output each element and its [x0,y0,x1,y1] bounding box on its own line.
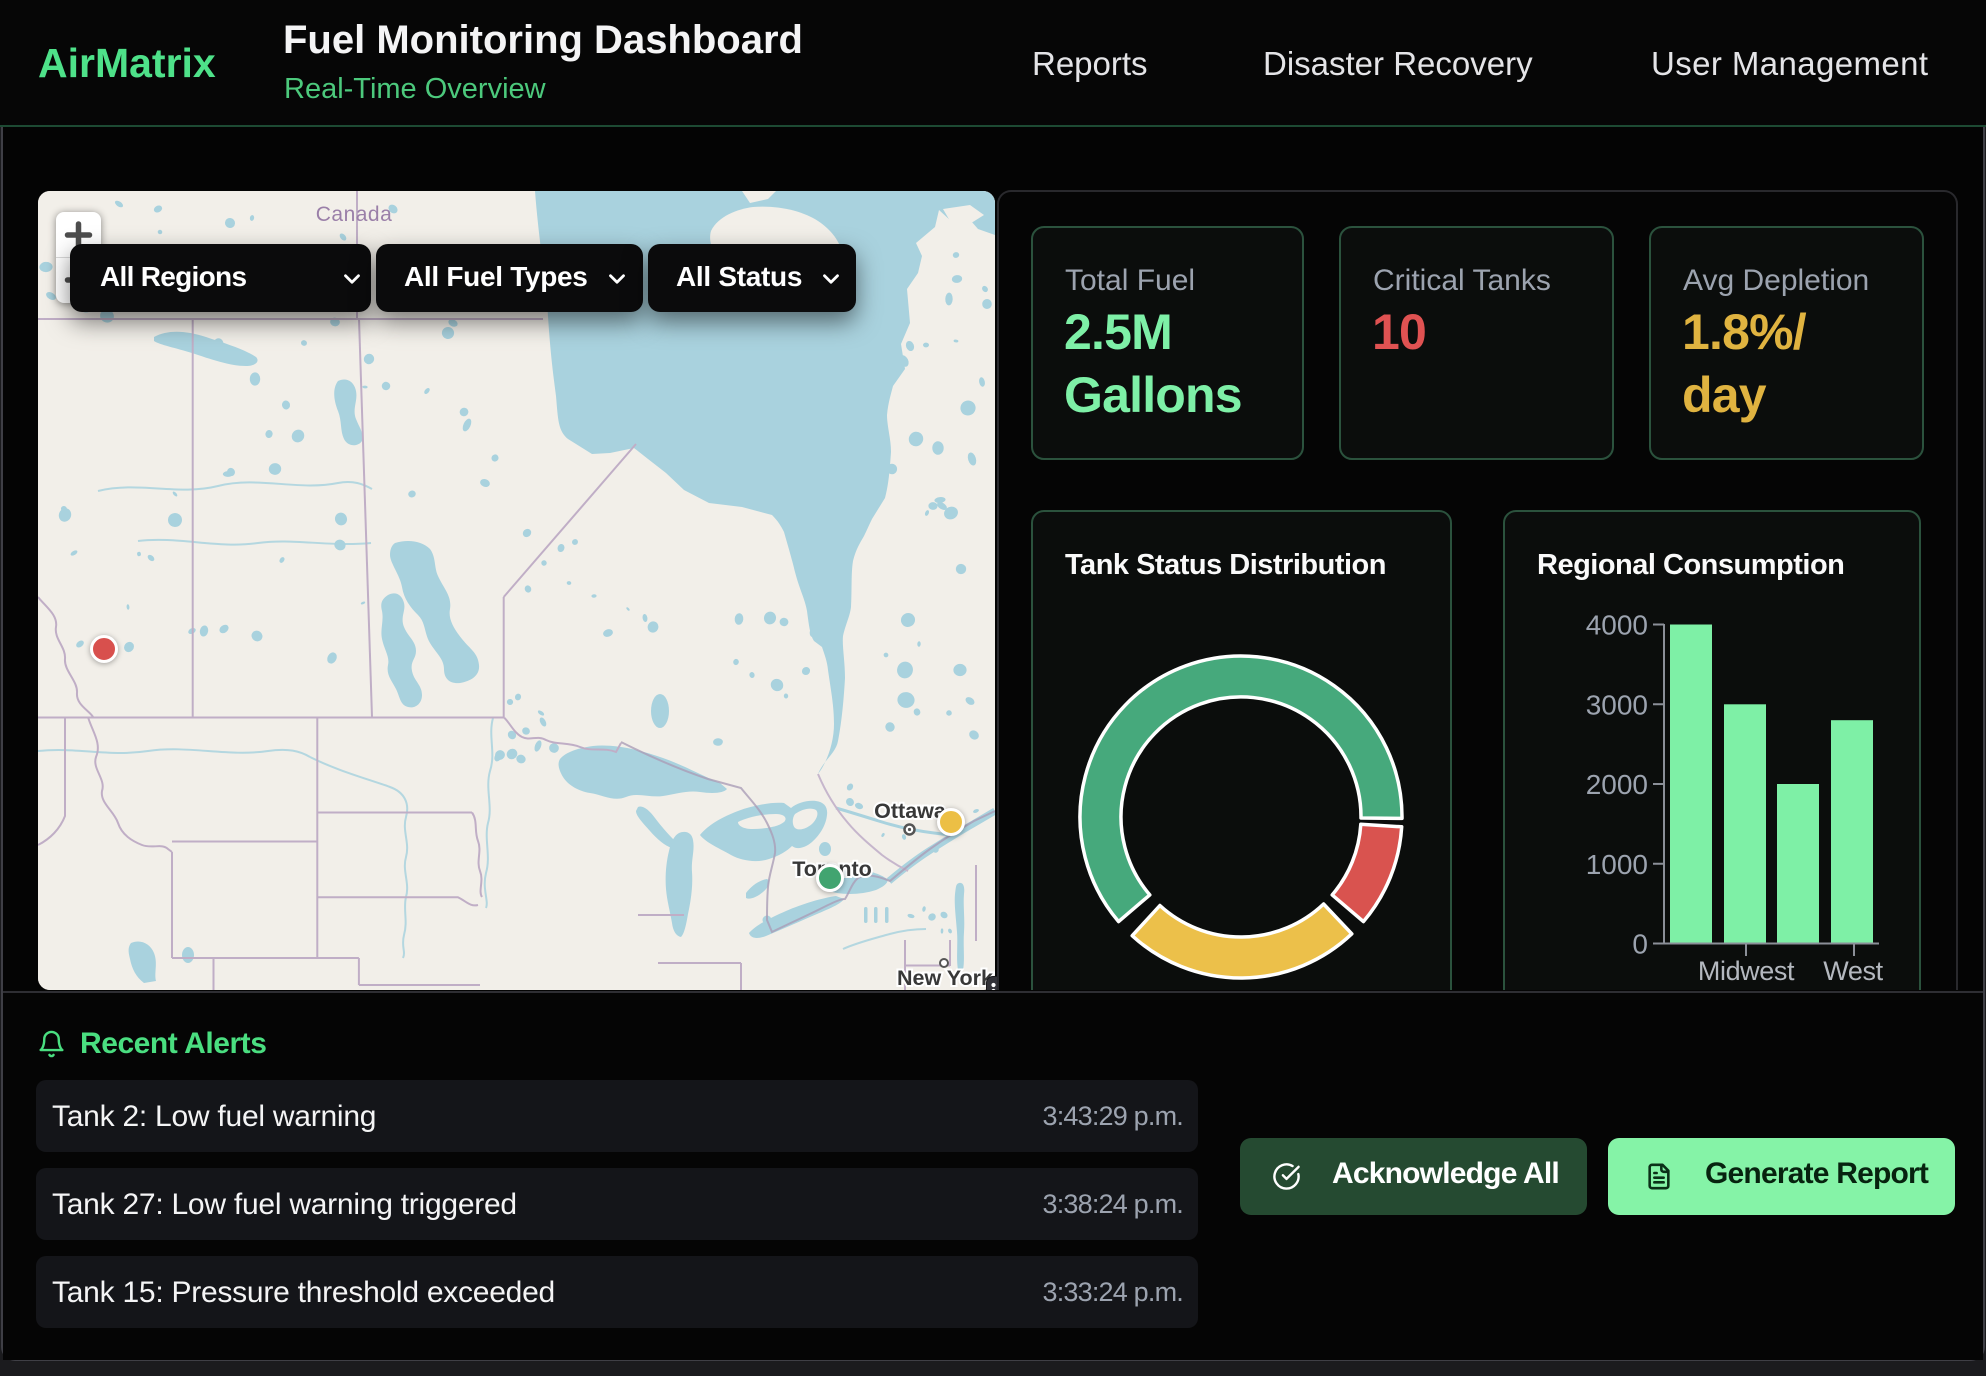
svg-text:New York: New York [897,966,993,990]
svg-text:Canada: Canada [316,203,393,226]
svg-text:Midwest: Midwest [1698,956,1795,986]
svg-text:0: 0 [1632,929,1648,960]
svg-text:Ottawa: Ottawa [874,799,947,823]
svg-text:3000: 3000 [1586,689,1648,720]
svg-text:1000: 1000 [1586,849,1648,880]
svg-text:2000: 2000 [1586,769,1648,800]
svg-text:West: West [1823,956,1883,986]
svg-text:4000: 4000 [1586,610,1648,641]
